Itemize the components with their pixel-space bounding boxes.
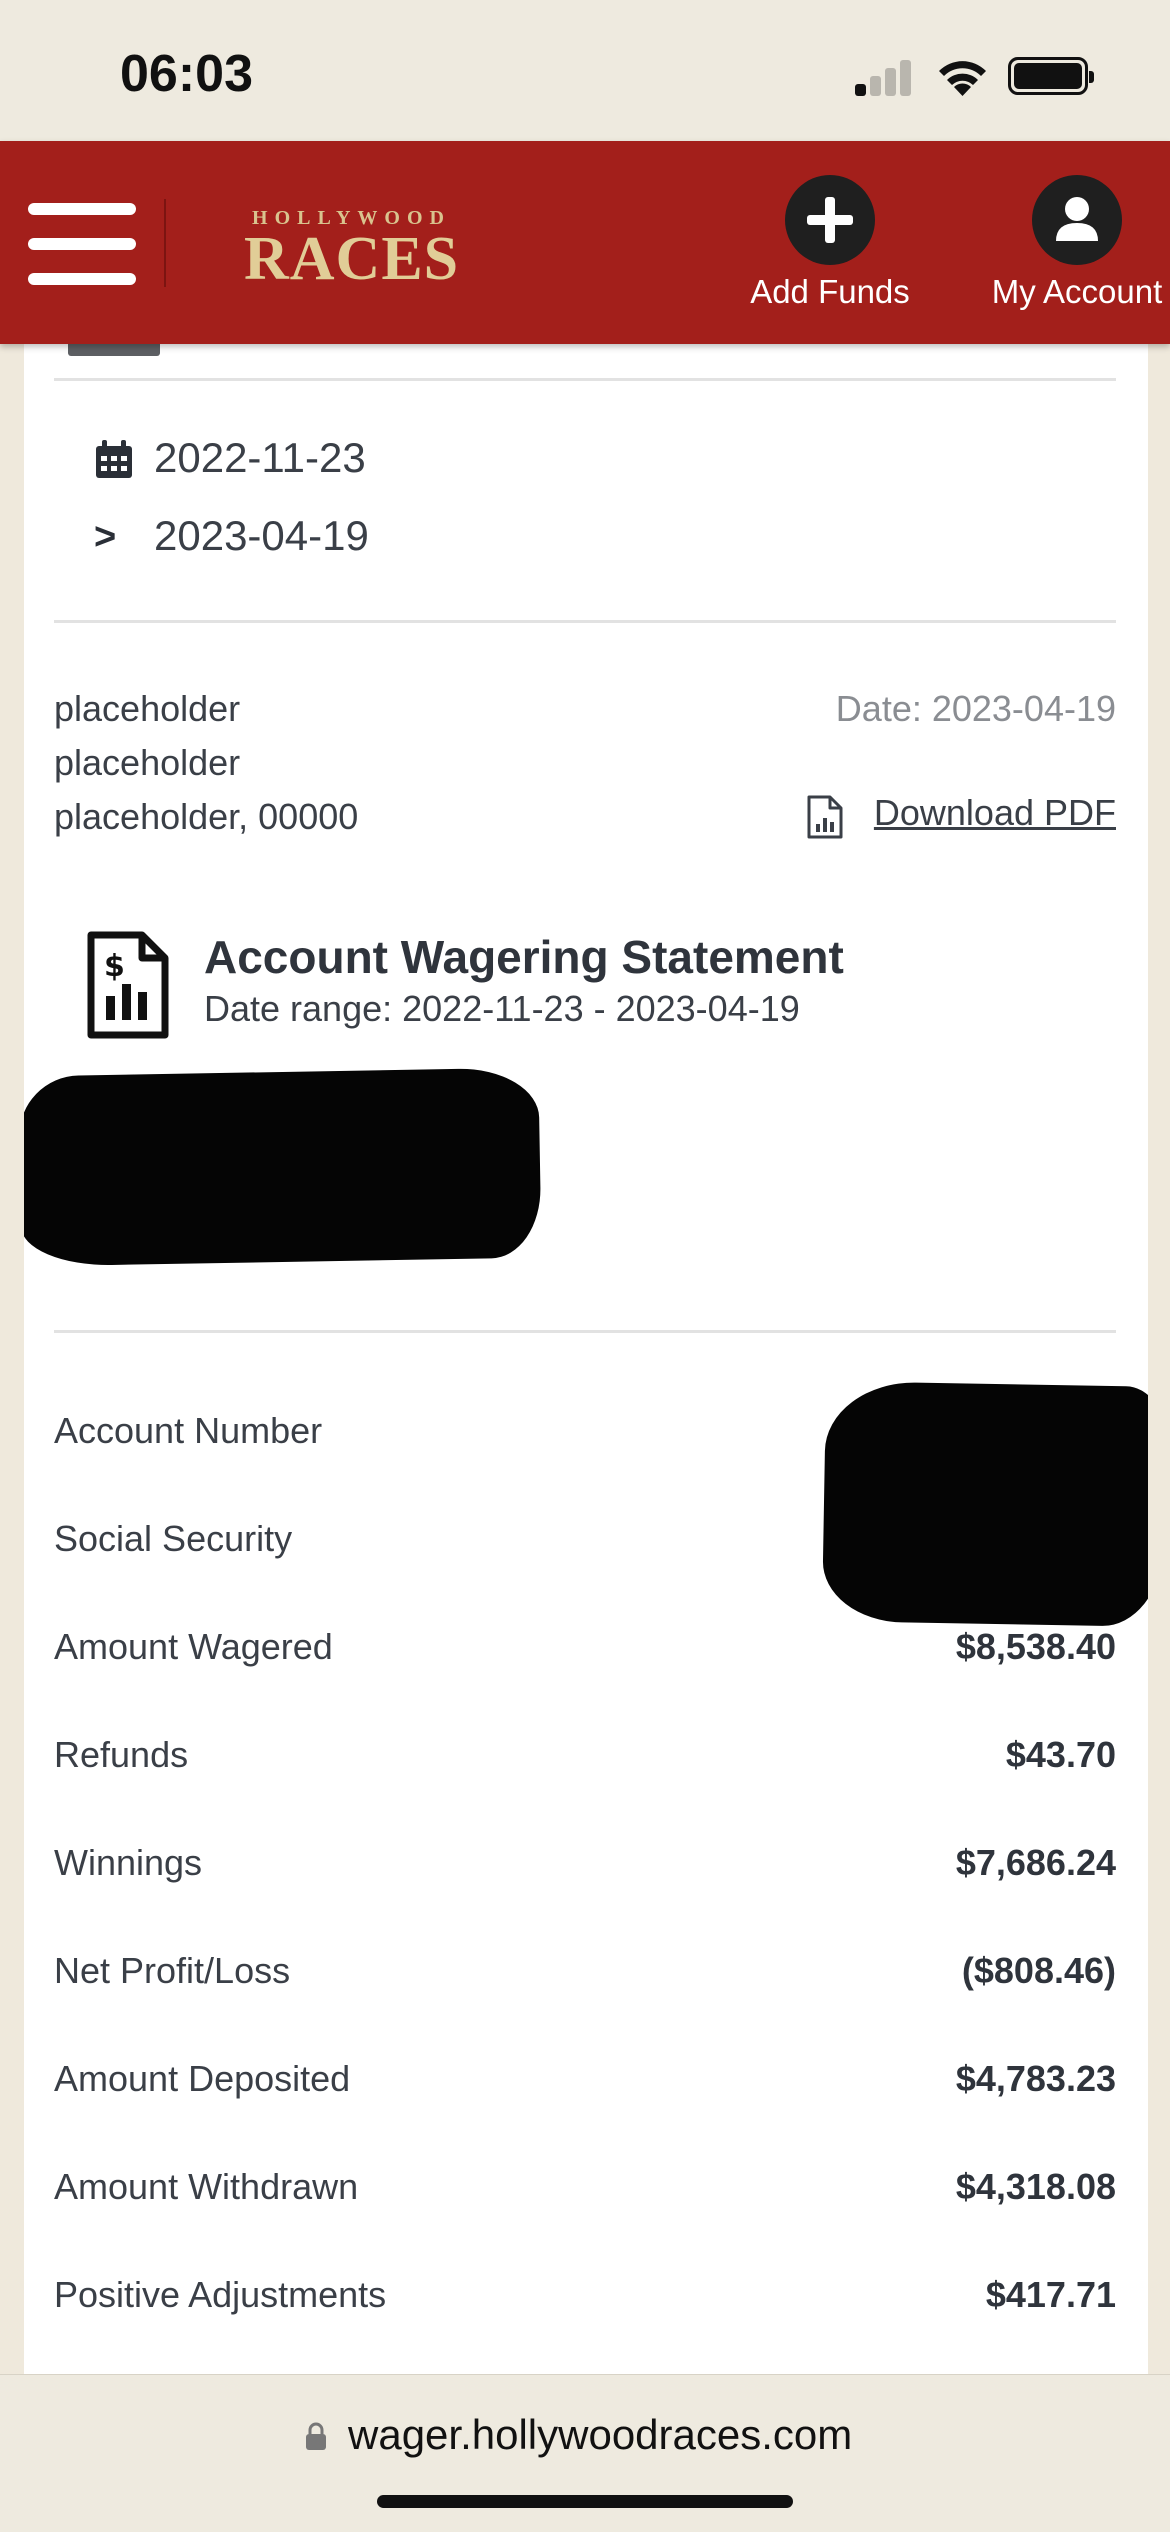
user-icon — [1032, 175, 1122, 265]
logo-main-text: RACES — [244, 225, 460, 293]
battery-icon — [1008, 57, 1094, 95]
summary-value-amount-wagered: $8,538.40 — [955, 1626, 1116, 1667]
site-header: HOLLYWOOD RACES Add Funds My Account — [0, 141, 1170, 344]
scrolled-element — [68, 344, 160, 356]
address-line-2: placeholder — [54, 742, 241, 783]
address-line-3: placeholder, 00000 — [54, 796, 359, 837]
plus-icon — [785, 175, 875, 265]
browser-address-bar[interactable]: wager.hollywoodraces.com — [0, 2374, 1170, 2532]
header-divider — [164, 199, 166, 287]
my-account-label: My Account — [991, 273, 1163, 310]
address-line-1: placeholder — [54, 688, 241, 729]
date-range-end[interactable]: 2023-04-19 — [154, 512, 369, 560]
add-funds-button[interactable]: Add Funds — [745, 175, 915, 311]
divider — [54, 620, 1116, 623]
summary-value-positive-adjustments: $417.71 — [985, 2274, 1116, 2315]
wifi-icon — [939, 61, 986, 96]
redaction-mark — [821, 1381, 1148, 1627]
statement-date-range: Date range: 2022-11-23 - 2023-04-19 — [204, 988, 800, 1029]
lock-icon — [306, 2422, 326, 2450]
status-bar: 06:03 — [0, 0, 1170, 141]
range-arrow: > — [94, 516, 117, 558]
redaction-mark — [24, 1067, 542, 1267]
statement-date: Date: 2023-04-19 — [835, 688, 1116, 729]
summary-value-amount-deposited: $4,783.23 — [955, 2058, 1116, 2099]
add-funds-label: Add Funds — [750, 273, 910, 310]
summary-label-account-number: Account Number — [54, 1410, 323, 1451]
summary-label-amount-deposited: Amount Deposited — [54, 2058, 351, 2099]
summary-label-winnings: Winnings — [54, 1842, 203, 1883]
hamburger-icon[interactable] — [28, 203, 136, 285]
summary-label-amount-withdrawn: Amount Withdrawn — [54, 2166, 359, 2207]
date-range-start[interactable]: 2022-11-23 — [154, 434, 366, 482]
summary-value-winnings: $7,686.24 — [955, 1842, 1116, 1883]
hollywood-races-logo[interactable]: HOLLYWOOD RACES — [244, 207, 460, 293]
statement-card: 2022-11-23 > 2023-04-19 placeholder plac… — [24, 344, 1148, 2374]
download-pdf-link[interactable]: Download PDF — [874, 792, 1116, 834]
summary-value-net-profit-loss: ($808.46) — [961, 1950, 1116, 1991]
divider — [54, 1330, 1116, 1333]
calendar-icon — [96, 440, 132, 478]
svg-text:$: $ — [104, 949, 125, 984]
my-account-button[interactable]: My Account — [967, 175, 1170, 311]
summary-label-social-security: Social Security — [54, 1518, 293, 1559]
summary-label-net-profit-loss: Net Profit/Loss — [54, 1950, 291, 1991]
summary-value-refunds: $43.70 — [1005, 1734, 1116, 1775]
cellular-signal-icon — [855, 56, 915, 96]
home-indicator[interactable] — [377, 2495, 793, 2508]
summary-value-amount-withdrawn: $4,318.08 — [955, 2166, 1116, 2207]
summary-label-amount-wagered: Amount Wagered — [54, 1626, 333, 1667]
divider — [54, 378, 1116, 381]
url-text[interactable]: wager.hollywoodraces.com — [348, 2411, 852, 2459]
statement-title: Account Wagering Statement — [204, 931, 844, 983]
status-time: 06:03 — [120, 45, 253, 103]
summary-label-positive-adjustments: Positive Adjustments — [54, 2274, 387, 2315]
pdf-file-icon[interactable] — [806, 794, 844, 840]
summary-label-refunds: Refunds — [54, 1734, 189, 1775]
statement-document-icon: $ — [87, 931, 169, 1039]
